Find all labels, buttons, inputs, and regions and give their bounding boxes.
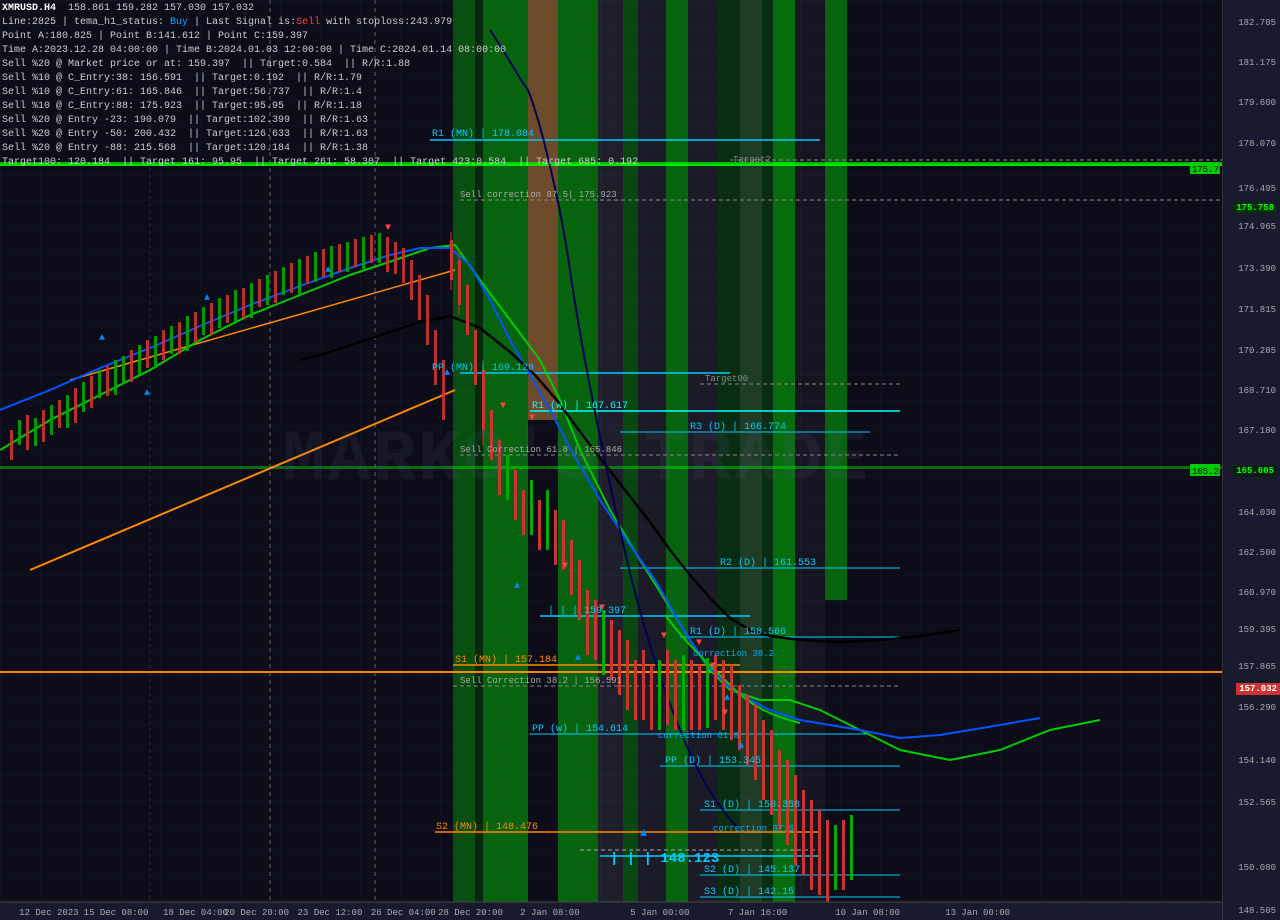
price-162500: 162.500 (1238, 548, 1276, 558)
label-s1-mn: S1 (MN) | 157.184 (455, 654, 557, 666)
label-s3-d: S3 (D) | 142.15 (704, 886, 794, 898)
price-175758: 175.758 (1234, 203, 1276, 213)
arrow-sell-6: ▼ (661, 631, 667, 642)
arrow-buy-9: ▲ (738, 741, 744, 752)
session-band-7 (623, 0, 638, 902)
price-156290: 156.290 (1238, 703, 1276, 713)
session-band-13 (795, 0, 825, 902)
arrow-sell-8: ▼ (710, 661, 716, 672)
price-157865: 157.865 (1238, 662, 1276, 672)
arrow-sell-4: ▼ (562, 561, 568, 572)
price-171815: 171.815 (1238, 305, 1276, 315)
arrow-buy-7: ▲ (575, 653, 581, 664)
arrow-sell-1: ▼ (385, 223, 391, 234)
price-159395: 159.395 (1238, 625, 1276, 635)
time-28dec: 28 Dec 20:00 (438, 908, 503, 918)
arrow-buy-1: ▲ (144, 388, 150, 399)
session-band-4 (528, 0, 558, 420)
price-179600: 179.600 (1238, 98, 1276, 108)
arrow-buy-8: ▲ (724, 693, 730, 704)
price-164030: 164.030 (1238, 508, 1276, 518)
arrow-sell-2: ▼ (500, 401, 506, 412)
label-sell-corr-382: Sell Correction 38.2 | 156.591 (460, 676, 622, 686)
price-170285: 170.285 (1238, 346, 1276, 356)
label-target00: Target00 (705, 374, 748, 384)
time-13jan: 13 Jan 00:00 (945, 908, 1010, 918)
price-181175: 181.175 (1238, 58, 1276, 68)
label-target2: Target2 (733, 155, 771, 165)
time-7jan: 7 Jan 16:00 (728, 908, 787, 918)
chart-container: MARKO'S TRADE (0, 0, 1280, 920)
label-r2-d: R2 (D) | 161.553 (720, 557, 816, 569)
price-165605: 165.605 (1234, 466, 1276, 476)
arrow-sell-3: ▼ (529, 413, 535, 424)
session-band-8 (638, 0, 666, 902)
target-zone-mid (0, 466, 1222, 469)
time-5jan: 5 Jan 00:00 (630, 908, 689, 918)
price-173390: 173.390 (1238, 264, 1276, 274)
session-band-14 (825, 0, 847, 600)
price-167180: 167.180 (1238, 426, 1276, 436)
label-r1-w: R1 (w) | 167.617 (532, 400, 628, 412)
time-20dec: 20 Dec 20:00 (224, 908, 289, 918)
target-zone-top (0, 162, 1222, 166)
price-160970: 160.970 (1238, 588, 1276, 598)
label-pp-w: PP (w) | 154.614 (532, 723, 628, 735)
arrow-buy-6: ▲ (514, 581, 520, 592)
time-2jan: 2 Jan 08:00 (520, 908, 579, 918)
price-154140: 154.140 (1238, 756, 1276, 766)
arrow-buy-3: ▲ (204, 293, 210, 304)
label-159-397: | | | 159.397 (548, 605, 626, 617)
arrow-buy-2: ▲ (99, 333, 105, 344)
time-12dec: 12 Dec 2023 (19, 908, 78, 918)
label-s1-d: S1 (D) | 150.358 (704, 799, 800, 811)
arrow-buy-10: ▲ (640, 826, 648, 840)
label-r3-d: R3 (D) | 166.774 (690, 421, 786, 433)
current-price-display: 157.032 (1236, 683, 1280, 695)
price-178070: 178.070 (1238, 139, 1276, 149)
arrow-sell-7: ▼ (696, 638, 702, 649)
price-scale: 182.705 181.175 179.600 178.070 176.495 … (1222, 0, 1280, 920)
price-148505: 148.505 (1238, 906, 1276, 916)
time-axis: 12 Dec 2023 15 Dec 08:00 18 Dec 04:00 20… (0, 902, 1222, 920)
time-23dec: 23 Dec 12:00 (298, 908, 363, 918)
label-pp-d: PP (D) | 153.345 (665, 755, 761, 767)
price-150080: 150.080 (1238, 863, 1276, 873)
session-band-12 (773, 0, 795, 902)
arrow-sell-9: ▼ (722, 708, 728, 719)
time-18dec: 18 Dec 04:00 (163, 908, 228, 918)
label-148-123: | | | 148.123 (610, 851, 719, 867)
time-10jan: 10 Jan 08:00 (835, 908, 900, 918)
label-pp-mn: PP (MN) | 169.128 (432, 362, 534, 374)
label-r1-d: R1 (D) | 158.566 (690, 626, 786, 638)
arrow-buy-4: ▲ (325, 265, 331, 276)
label-sell-corr-875: Sell correction 87.5| 175.923 (460, 190, 617, 200)
label-sell-corr-618: Sell Correction 61.8 | 165.846 (460, 445, 622, 455)
label-corr-875: correction 87.5 (713, 824, 794, 834)
price-176495: 176.495 (1238, 184, 1276, 194)
price-152565: 152.565 (1238, 798, 1276, 808)
time-26dec: 26 Dec 04:00 (371, 908, 436, 918)
chart-svg: ▼ ▼ ▼ ▼ ▼ ▼ ▼ ▼ ▼ ▲ ▲ ▲ ▲ ▲ ▲ ▲ ▲ ▲ ▲ R1… (0, 0, 1280, 920)
label-corr-618: correction 61.8 (658, 731, 739, 741)
label-r1-mn: R1 (MN) | 178.084 (432, 128, 534, 140)
time-15dec: 15 Dec 08:00 (84, 908, 149, 918)
price-174965: 174.965 (1238, 222, 1276, 232)
label-s2-d: S2 (D) | 145.137 (704, 864, 800, 876)
label-corr-382: correction 38.2 (693, 649, 774, 659)
price-168710: 168.710 (1238, 386, 1276, 396)
price-182705: 182.705 (1238, 18, 1276, 28)
label-s2-mn: S2 (MN) | 148.476 (436, 821, 538, 833)
